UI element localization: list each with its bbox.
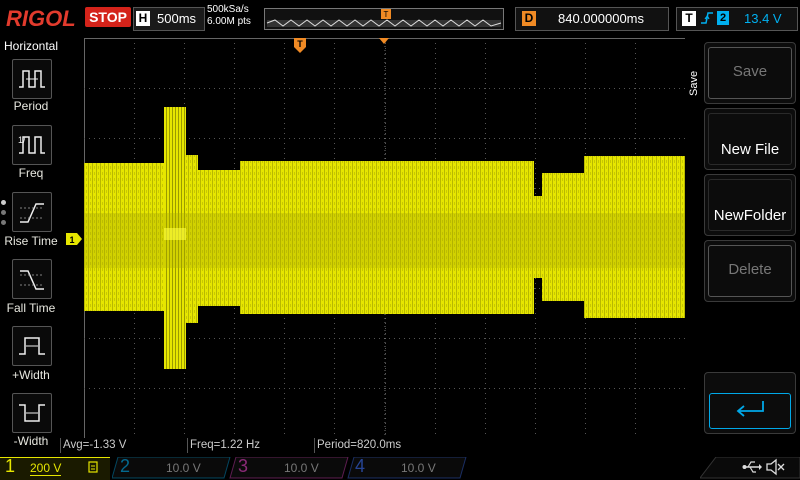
rise-time-button[interactable]: [12, 192, 52, 232]
new-folder-button[interactable]: NewFolder: [704, 174, 796, 236]
measurement-period: Period=820.0ms: [314, 438, 441, 453]
channel-3-number[interactable]: 3: [238, 456, 248, 477]
run-stop-badge[interactable]: STOP: [85, 7, 131, 27]
delete-button[interactable]: Delete: [704, 240, 796, 302]
new-file-button[interactable]: New File: [704, 108, 796, 170]
usb-icon: [742, 461, 762, 473]
mute-icon[interactable]: [765, 458, 785, 476]
frequency-icon: 1/: [18, 135, 45, 154]
delete-button-label: Delete: [728, 261, 772, 278]
memory-depth: 6.00M pts: [207, 16, 251, 27]
fall-time-label: Fall Time: [6, 301, 56, 315]
new-folder-button-label: NewFolder: [713, 207, 787, 224]
channel-2-number[interactable]: 2: [120, 456, 130, 477]
channel-4-scale: 10.0 V: [401, 461, 436, 475]
enter-return-icon: [736, 401, 764, 417]
right-menu-title: Save: [688, 70, 700, 96]
positive-width-button[interactable]: [12, 326, 52, 366]
svg-text:1/: 1/: [18, 135, 26, 145]
negative-width-label: -Width: [13, 434, 49, 448]
trigger-source: 2: [717, 11, 729, 25]
memory-position-bar[interactable]: T: [264, 8, 504, 30]
memory-trigger-text: T: [384, 10, 389, 19]
left-menu-title: Horizontal: [3, 39, 59, 53]
measurement-frequency: Freq=1.22 Hz: [187, 438, 314, 453]
rise-time-icon: [20, 203, 44, 223]
waveform-display[interactable]: [84, 38, 686, 439]
channel-1-number: 1: [5, 456, 16, 476]
channel-1-offset-marker[interactable]: 1: [66, 233, 82, 245]
rising-edge-icon: [700, 10, 714, 29]
trigger-position-marker[interactable]: T: [294, 38, 306, 54]
period-label: Period: [13, 99, 49, 113]
page-indicator: [1, 200, 7, 230]
delay-value: 840.000000ms: [558, 11, 645, 26]
delay-label: D: [522, 11, 536, 26]
sample-rate: 500kSa/s: [207, 4, 249, 15]
trigger-position-text: T: [297, 39, 303, 49]
channel-1-coupling-icon: [88, 461, 98, 473]
fall-time-button[interactable]: [12, 259, 52, 299]
channel-4-number[interactable]: 4: [355, 456, 365, 477]
enter-button[interactable]: [704, 372, 796, 434]
positive-width-label: +Width: [12, 368, 50, 382]
fall-time-icon: [20, 270, 44, 290]
new-file-button-label: New File: [720, 141, 780, 158]
center-marker: [379, 38, 389, 44]
memory-waveform-preview: T: [266, 9, 502, 27]
frequency-label: Freq: [18, 166, 44, 180]
save-button[interactable]: Save: [704, 42, 796, 104]
negative-width-button[interactable]: [12, 393, 52, 433]
period-icon: [19, 70, 45, 88]
brand-logo: RIGOL: [6, 6, 76, 31]
acquisition-info: 500kSa/s 6.00M pts: [207, 4, 251, 28]
negative-width-icon: [19, 404, 45, 422]
save-button-label: Save: [732, 63, 768, 80]
measurement-average: Avg=-1.33 V: [60, 438, 187, 453]
positive-width-icon: [19, 337, 45, 355]
frequency-button[interactable]: 1/: [12, 125, 52, 165]
channel-3-scale: 10.0 V: [284, 461, 319, 475]
timebase-value: 500ms: [157, 11, 197, 26]
channel-1-scale: 200 V: [30, 461, 62, 476]
trigger-label: T: [682, 11, 696, 26]
rise-time-label: Rise Time: [4, 234, 58, 248]
channel-2-scale: 10.0 V: [166, 461, 201, 475]
channel-1-offset-text: 1: [69, 235, 74, 245]
period-button[interactable]: [12, 59, 52, 99]
trigger-level: 13.4 V: [744, 11, 782, 26]
timebase-label: H: [136, 11, 150, 26]
